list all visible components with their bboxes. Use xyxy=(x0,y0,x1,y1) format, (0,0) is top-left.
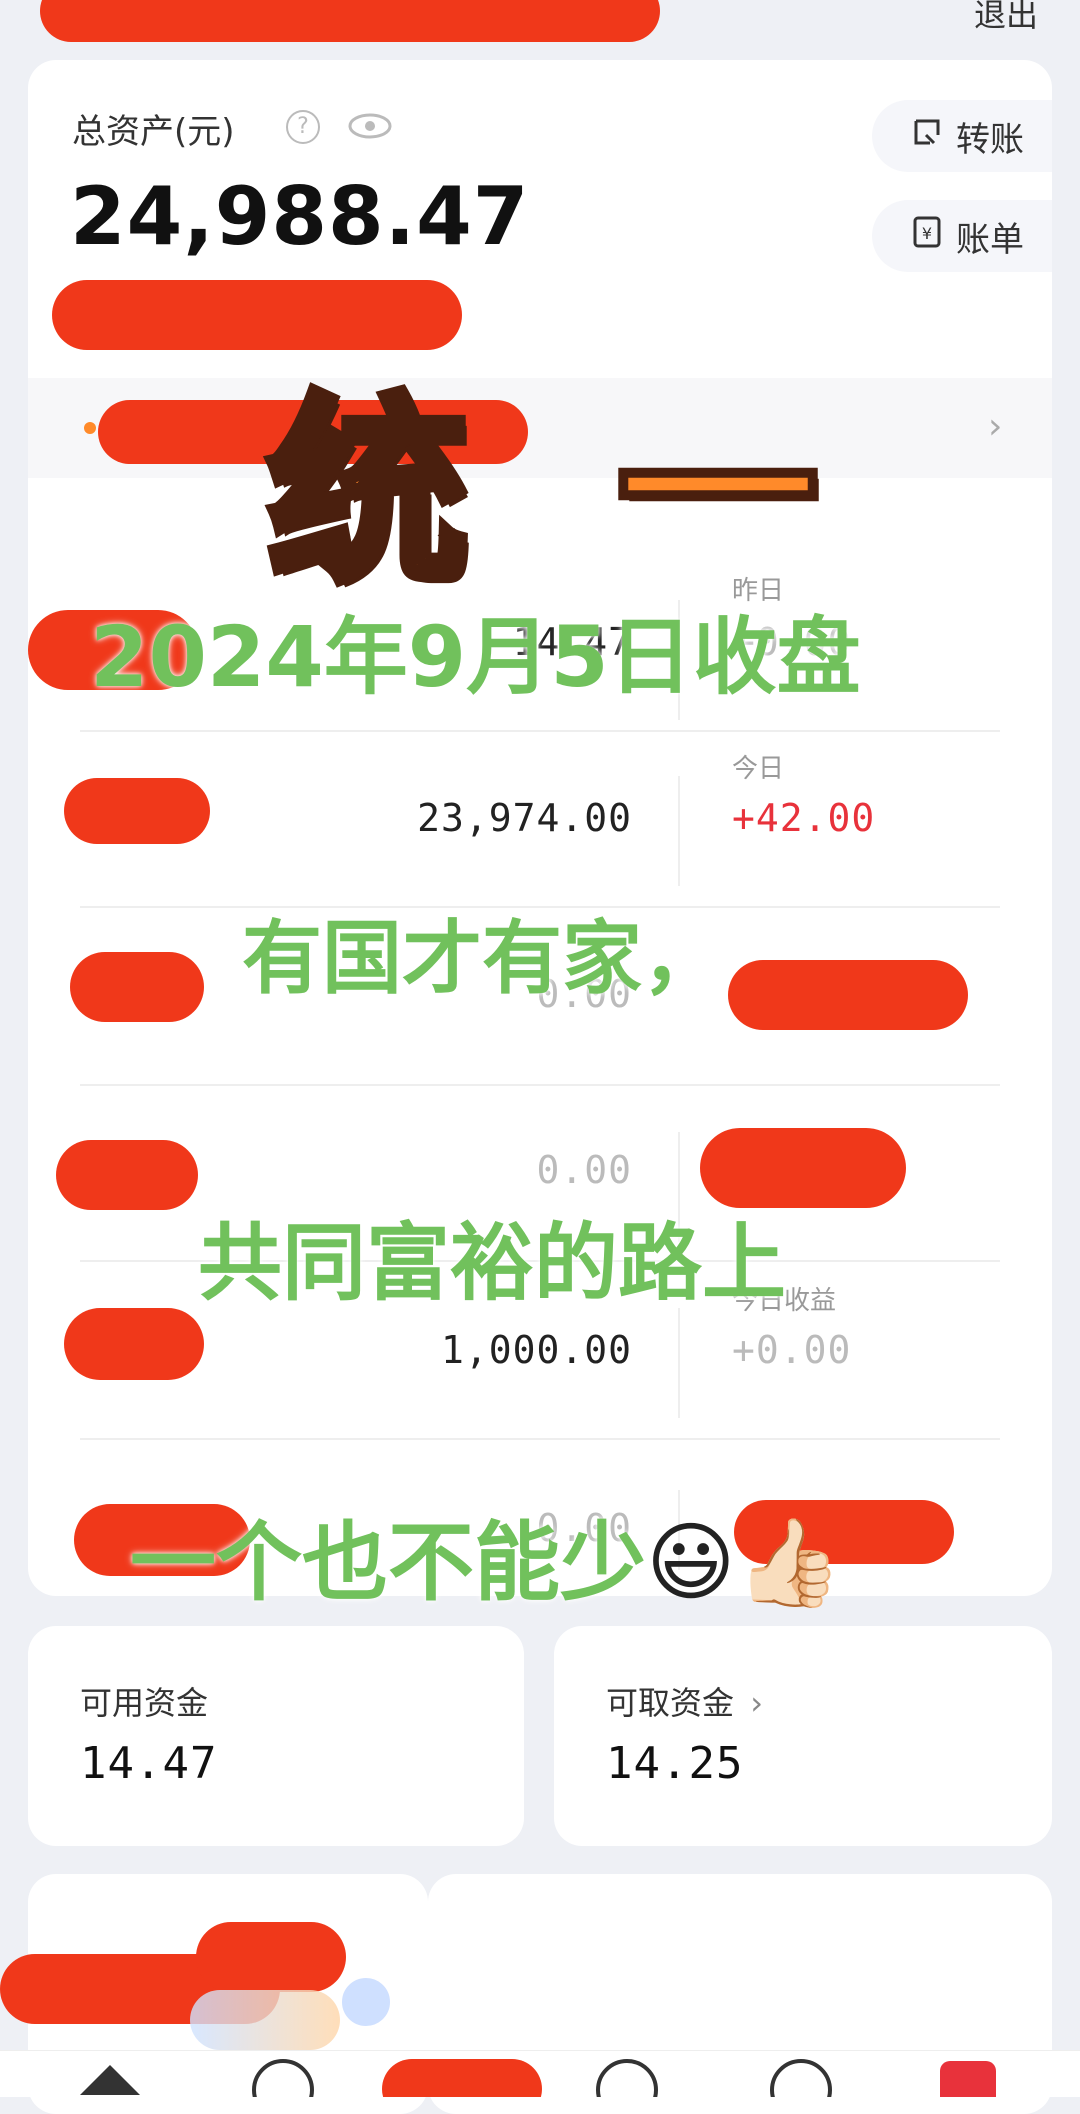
redacted-row-label xyxy=(64,1308,204,1380)
chevron-right-icon: › xyxy=(750,1684,763,1722)
redacted-row-label xyxy=(70,952,204,1022)
overlay-line3: 一个也不能少 xyxy=(130,1513,646,1613)
available-funds-card[interactable]: 可用资金 14.47 xyxy=(28,1626,524,1846)
withdrawable-funds-label: 可取资金 › xyxy=(606,1684,763,1722)
withdrawable-funds-value: 14.25 xyxy=(606,1738,744,1789)
available-funds-value: 14.47 xyxy=(80,1738,218,1789)
row-side-value: +42.00 xyxy=(732,796,876,840)
row-value: 23,974.00 xyxy=(417,796,632,840)
transfer-button[interactable]: 转账 xyxy=(872,100,1052,172)
chevron-right-icon[interactable]: › xyxy=(988,406,1002,447)
row-divider xyxy=(80,1084,1000,1086)
row-side-label: 今日 xyxy=(732,754,785,784)
row-divider xyxy=(80,730,1000,732)
bill-button[interactable]: ¥ 账单 xyxy=(872,200,1052,272)
overlay-line3-wrap: 一个也不能少😃👍🏻 xyxy=(130,1492,843,1617)
row-value: 1,000.00 xyxy=(440,1328,632,1372)
bottom-nav xyxy=(0,2050,1080,2097)
overlay-line1: 有国才有家， xyxy=(242,912,722,1005)
overlay-big-title: 统 一 xyxy=(263,372,858,615)
notice-dot xyxy=(84,422,96,434)
trade-icon[interactable] xyxy=(596,2059,658,2097)
eye-icon[interactable] xyxy=(348,112,392,144)
row-divider-v xyxy=(678,1308,680,1418)
promo-bubble xyxy=(340,1976,392,2028)
asset-card: 总资产(元) ? 24,988.47 转账 ¥ 账单 › 14.47 昨日 +0… xyxy=(28,60,1052,1596)
home-icon[interactable] xyxy=(80,2065,140,2095)
market-icon[interactable] xyxy=(252,2059,314,2097)
transfer-icon xyxy=(912,116,942,156)
overlay-date: 2024年9月5日收盘 xyxy=(90,608,861,706)
help-icon[interactable]: ? xyxy=(286,110,320,144)
row-divider xyxy=(80,1438,1000,1440)
total-assets-value: 24,988.47 xyxy=(70,170,530,263)
withdrawable-funds-card[interactable]: 可取资金 › 14.25 xyxy=(554,1626,1052,1846)
redacted-promo xyxy=(196,1922,346,1992)
overlay-emoji: 😃👍🏻 xyxy=(646,1513,843,1613)
wealth-icon[interactable] xyxy=(770,2059,832,2097)
logout-button[interactable]: 退出 xyxy=(974,0,1038,36)
redacted-row-side xyxy=(728,960,968,1030)
row-divider-v xyxy=(678,776,680,886)
total-assets-label: 总资产(元) xyxy=(72,112,235,152)
mine-icon[interactable] xyxy=(940,2061,996,2097)
bill-icon: ¥ xyxy=(912,215,942,258)
available-funds-label: 可用资金 xyxy=(80,1684,209,1722)
row-value: 0.00 xyxy=(536,1148,632,1192)
overlay-line2: 共同富裕的路上 xyxy=(198,1214,787,1312)
redacted-nav xyxy=(382,2059,542,2097)
redacted-row-label xyxy=(64,778,210,844)
row-side-value: +0.00 xyxy=(732,1328,852,1372)
svg-text:¥: ¥ xyxy=(922,224,932,243)
promo-illustration xyxy=(190,1990,340,2050)
redacted-row-label xyxy=(56,1140,198,1210)
redacted-account xyxy=(40,0,660,42)
